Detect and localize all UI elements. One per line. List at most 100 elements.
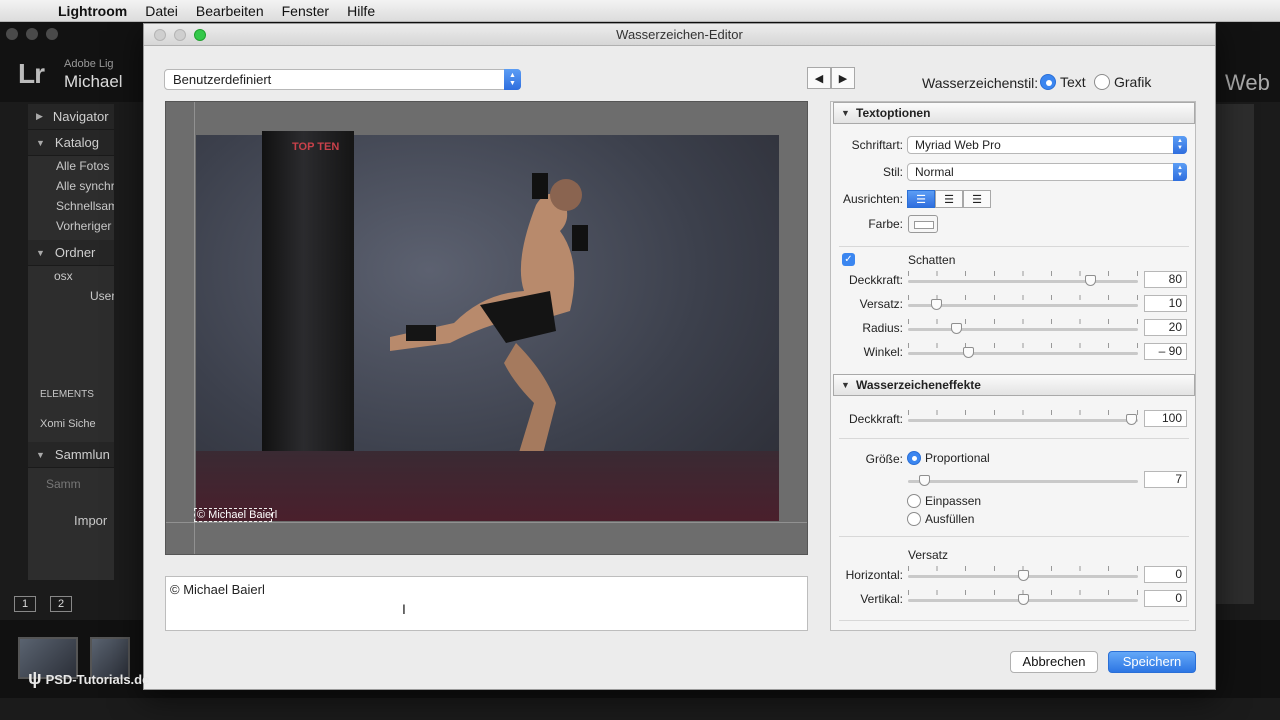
shadow-opacity-label: Deckkraft:: [848, 273, 903, 287]
catalog-section[interactable]: Katalog: [28, 130, 114, 156]
size-fill-radio[interactable]: [907, 512, 921, 526]
vertical-label: Vertikal:: [860, 592, 903, 606]
zoom-window-icon[interactable]: [46, 28, 58, 40]
divider: [839, 438, 1189, 439]
preset-select[interactable]: Benutzerdefiniert ▲ ▼: [164, 69, 521, 90]
shadow-offset-label: Versatz:: [859, 297, 903, 311]
collections-search[interactable]: Samm: [28, 474, 114, 494]
navigator-section[interactable]: Navigator: [28, 104, 114, 130]
size-proportional-radio[interactable]: [907, 451, 921, 465]
catalog-item[interactable]: Schnellsam: [28, 196, 114, 216]
style-graphic-option[interactable]: Grafik: [1094, 74, 1151, 90]
style-select[interactable]: Normal ▲ ▼: [907, 163, 1187, 181]
save-button[interactable]: Speichern: [1108, 651, 1196, 673]
watermark-bounding-box[interactable]: © Michael Baierl: [194, 508, 277, 522]
inset-label: Versatz: [908, 548, 949, 562]
vertical-slider[interactable]: [908, 590, 1138, 605]
folder-item[interactable]: osx: [28, 266, 114, 286]
shadow-opacity-slider[interactable]: [908, 271, 1138, 286]
catalog-item[interactable]: Alle synchr: [28, 176, 114, 196]
text-options-header[interactable]: Textoptionen: [833, 102, 1195, 124]
size-field[interactable]: 7: [1144, 471, 1187, 488]
size-label: Größe:: [865, 452, 903, 466]
effects-opacity-field[interactable]: 100: [1144, 410, 1187, 427]
punching-bag: [262, 131, 354, 503]
select-arrows-icon: ▲ ▼: [1173, 136, 1187, 154]
slider-knob[interactable]: [951, 323, 963, 334]
divider: [839, 536, 1189, 537]
slider-knob[interactable]: [962, 347, 974, 358]
shadow-checkbox[interactable]: ✓: [842, 253, 855, 266]
slider-knob[interactable]: [930, 299, 942, 310]
color-swatch[interactable]: [908, 215, 938, 233]
divider: [839, 620, 1189, 621]
horizontal-field[interactable]: 0: [1144, 566, 1187, 583]
close-window-icon[interactable]: [6, 28, 18, 40]
settings-panel: Textoptionen Schriftart: Myriad Web Pro …: [830, 101, 1196, 631]
shadow-angle-field[interactable]: – 90: [1144, 343, 1187, 360]
folders-section[interactable]: Ordner: [28, 240, 114, 266]
vertical-field[interactable]: 0: [1144, 590, 1187, 607]
align-center-icon[interactable]: ☰: [935, 190, 963, 208]
import-button[interactable]: Impor: [28, 510, 114, 530]
lightroom-window-controls: [6, 28, 58, 40]
zoom-window-icon[interactable]: [194, 29, 206, 41]
slider-knob[interactable]: [919, 475, 931, 486]
menu-app-lightroom[interactable]: Lightroom: [58, 3, 127, 19]
minimize-window-icon[interactable]: [174, 29, 186, 41]
shadow-offset-field[interactable]: 10: [1144, 295, 1187, 312]
horizontal-slider[interactable]: [908, 566, 1138, 581]
inset-guide-vertical: [194, 102, 195, 554]
size-fit-option[interactable]: Einpassen: [907, 494, 981, 508]
style-text-option[interactable]: Text: [1040, 74, 1086, 90]
slider-knob[interactable]: [1084, 275, 1096, 286]
size-proportional-option[interactable]: Proportional: [907, 451, 990, 465]
size-fit-radio[interactable]: [907, 494, 921, 508]
menu-datei[interactable]: Datei: [145, 3, 178, 19]
menu-fenster[interactable]: Fenster: [282, 3, 329, 19]
catalog-item[interactable]: Vorheriger: [28, 216, 114, 236]
shadow-angle-slider[interactable]: [908, 343, 1138, 358]
align-label: Ausrichten:: [842, 192, 903, 206]
watermark-text-input[interactable]: © Michael Baierl: [165, 576, 808, 631]
page-1-button[interactable]: 1: [14, 596, 36, 612]
effects-opacity-slider[interactable]: [908, 410, 1138, 425]
align-right-icon[interactable]: ☰: [963, 190, 991, 208]
slider-knob[interactable]: [1126, 414, 1138, 425]
slider-knob[interactable]: [1018, 594, 1029, 605]
watermark-effects-header[interactable]: Wasserzeicheneffekte: [833, 374, 1195, 396]
folder-item[interactable]: Xomi Siche: [28, 414, 114, 434]
module-web[interactable]: Web: [1225, 70, 1270, 96]
bag-logo: TOP TEN: [292, 141, 340, 153]
folder-item[interactable]: [28, 306, 114, 366]
page-2-button[interactable]: 2: [50, 596, 72, 612]
menu-hilfe[interactable]: Hilfe: [347, 3, 375, 19]
watermark-preview: TOP TEN © Michael Baierl: [165, 101, 808, 555]
align-left-icon[interactable]: ☰: [907, 190, 935, 208]
font-select[interactable]: Myriad Web Pro ▲ ▼: [907, 136, 1187, 154]
divider: [839, 246, 1189, 247]
next-image-button[interactable]: ▶: [831, 67, 855, 89]
color-label: Farbe:: [868, 217, 903, 231]
cancel-button[interactable]: Abbrechen: [1010, 651, 1098, 673]
size-fill-option[interactable]: Ausfüllen: [907, 512, 974, 526]
minimize-window-icon[interactable]: [26, 28, 38, 40]
style-graphic-radio[interactable]: [1094, 74, 1110, 90]
catalog-item[interactable]: Alle Fotos: [28, 156, 114, 176]
style-text-radio[interactable]: [1040, 74, 1056, 90]
shadow-opacity-field[interactable]: 80: [1144, 271, 1187, 288]
preview-photo: TOP TEN: [196, 131, 779, 521]
folder-item[interactable]: User: [28, 286, 114, 306]
shadow-radius-field[interactable]: 20: [1144, 319, 1187, 336]
size-slider[interactable]: [908, 471, 1138, 486]
dialog-titlebar: Wasserzeichen-Editor: [144, 24, 1215, 46]
previous-image-button[interactable]: ◀: [807, 67, 831, 89]
menu-bearbeiten[interactable]: Bearbeiten: [196, 3, 264, 19]
collections-section[interactable]: Sammlun: [28, 442, 114, 468]
watermark-editor-dialog: Wasserzeichen-Editor Benutzerdefiniert ▲…: [143, 23, 1216, 690]
shadow-offset-slider[interactable]: [908, 295, 1138, 310]
folder-item[interactable]: ELEMENTS: [28, 384, 114, 404]
shadow-radius-slider[interactable]: [908, 319, 1138, 334]
close-window-icon[interactable]: [154, 29, 166, 41]
slider-knob[interactable]: [1018, 570, 1029, 581]
